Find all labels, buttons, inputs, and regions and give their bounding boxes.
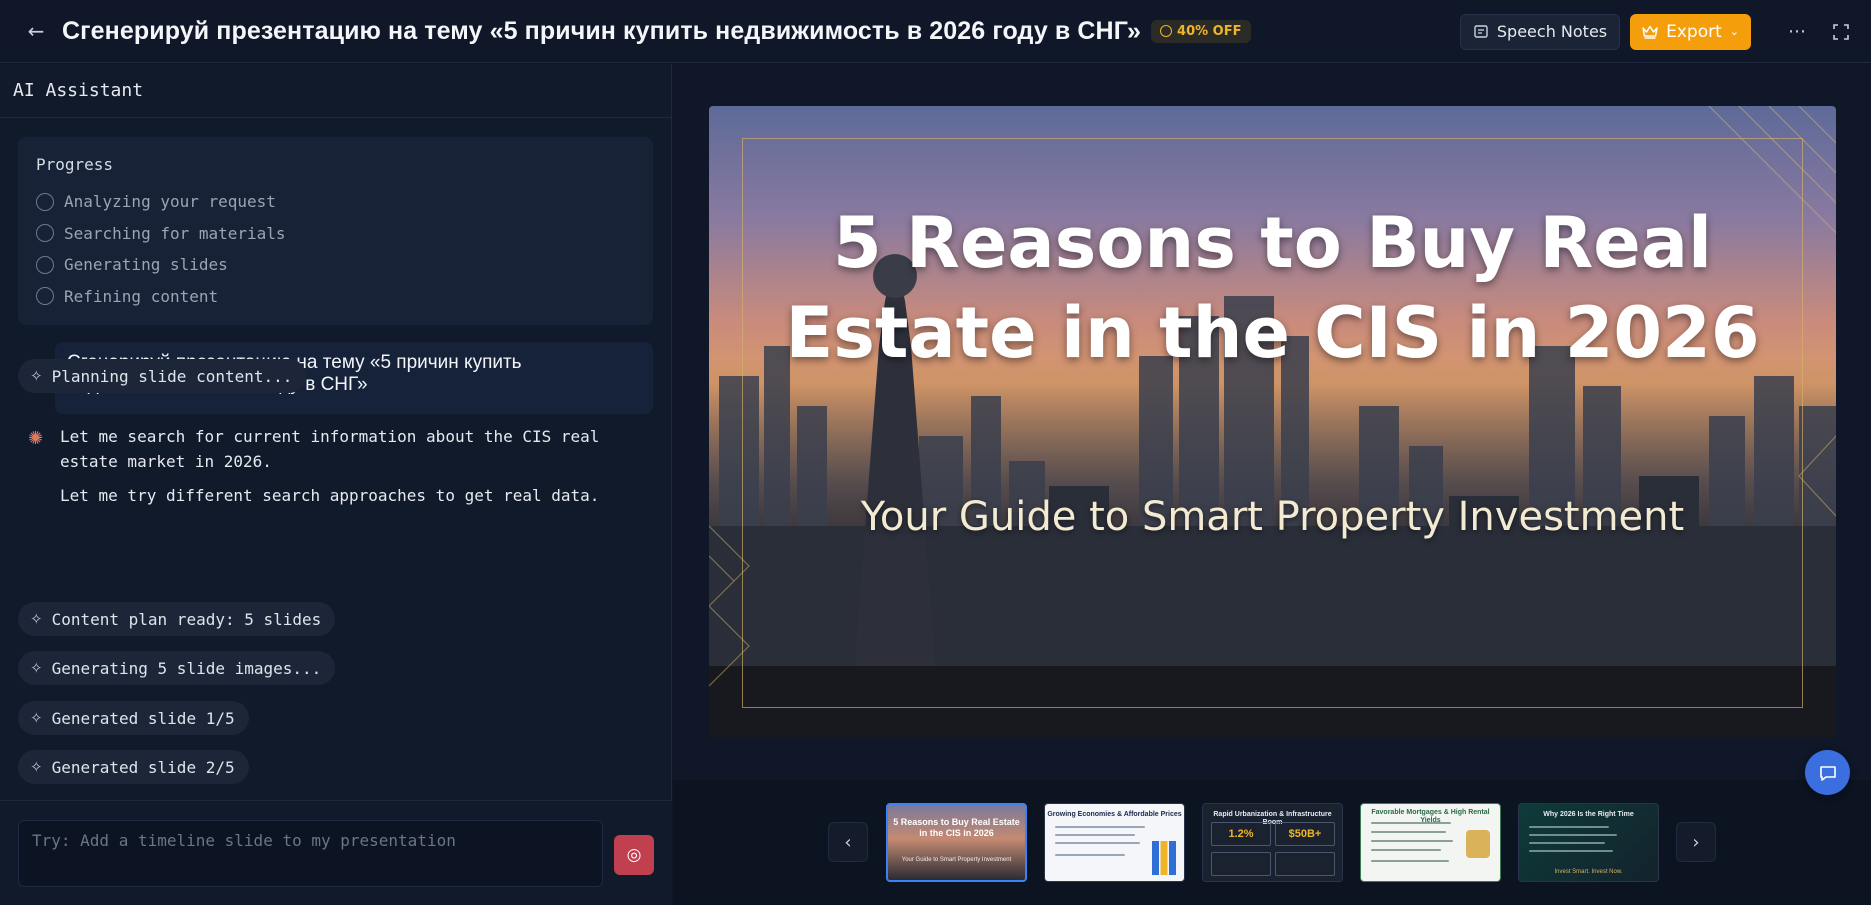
status-chip: ✧ Generating 5 slide images... (18, 651, 336, 685)
thumbnail-text-line (1371, 849, 1441, 851)
thumbnail-text-line (1371, 822, 1451, 824)
thumbnail-title: Growing Economies & Affordable Prices (1047, 811, 1182, 818)
more-horizontal-icon: ⋯ (1788, 21, 1806, 42)
chevron-right-icon: › (1692, 831, 1700, 853)
sparkle-icon: ✧ (30, 758, 43, 776)
progress-step: Refining content (36, 281, 635, 313)
thumbnail-text-line (1055, 834, 1135, 836)
progress-step-label: Searching for materials (64, 223, 286, 243)
status-chip: ✧ Generated slide 1/5 (18, 701, 249, 735)
slide-thumbnail[interactable]: Why 2026 Is the Right Time Invest Smart.… (1518, 803, 1659, 882)
status-chip-label: Generated slide 1/5 (51, 708, 235, 728)
discount-badge[interactable]: 40% OFF (1151, 19, 1251, 43)
thumbnail-title: Why 2026 Is the Right Time (1543, 811, 1634, 818)
status-chip-label: Generated slide 2/5 (51, 757, 235, 777)
thumbnail-text-line (1529, 834, 1617, 836)
thumbnail-text-line (1055, 854, 1125, 856)
next-slide-button[interactable]: › (1676, 822, 1716, 862)
circle-icon (36, 224, 54, 243)
thumbnail-footer: Invest Smart. Invest Now. (1554, 869, 1623, 875)
assistant-message-text: Let me search for current information ab… (60, 427, 600, 471)
slide-subtitle: Your Guide to Smart Property Investment (860, 494, 1685, 540)
sparkle-icon: ✧ (30, 709, 43, 727)
chevron-down-icon: ⌄ (1729, 25, 1739, 38)
thumbnail-box (1275, 852, 1335, 876)
status-chip: ✧ Planning slide content... (18, 359, 307, 393)
sparkle-icon: ✧ (30, 610, 43, 628)
progress-step-label: Refining content (64, 286, 219, 306)
thumbnail-text-line (1371, 840, 1453, 842)
speech-notes-button[interactable]: Speech Notes (1459, 13, 1621, 50)
circle-icon (36, 287, 54, 306)
thumbnail-text-line (1371, 831, 1446, 833)
crown-icon (1642, 25, 1658, 39)
progress-step-label: Generating slides (64, 255, 228, 275)
slide-editor: 5 Reasons to Buy Real Estate in the CIS … (673, 64, 1871, 905)
assistant-message: ✺ Let me search for current information … (26, 424, 646, 508)
chevron-left-icon: ‹ (844, 831, 852, 853)
slide-thumbnail[interactable]: Favorable Mortgages & High Rental Yields (1360, 803, 1501, 882)
status-chip-label: Generating 5 slide images... (51, 658, 322, 678)
bar-chart-icon (1152, 841, 1176, 875)
thumbnail-subtitle: Your Guide to Smart Property Investment (901, 857, 1012, 863)
export-label: Export (1666, 21, 1722, 42)
chat-support-button[interactable] (1805, 750, 1850, 795)
assistant-panel-title: AI Assistant (0, 64, 671, 118)
status-chip: ✧ Generated slide 2/5 (18, 750, 249, 784)
thumbnail-text-line (1529, 850, 1613, 852)
circle-icon (36, 192, 54, 211)
progress-step: Analyzing your request (36, 186, 635, 218)
status-chip-label: Planning slide content... (51, 366, 293, 386)
status-chip: ✧ Content plan ready: 5 slides (18, 602, 336, 636)
thumbnail-title: 5 Reasons to Buy Real Estate in the CIS … (893, 817, 1020, 838)
thumbnail-text-line (1371, 860, 1449, 862)
thumbnail-stat: $50B+ (1275, 822, 1335, 846)
export-button[interactable]: Export ⌄ (1630, 13, 1751, 50)
slide-title: 5 Reasons to Buy Real Estate in the CIS … (785, 202, 1760, 374)
sparkle-icon: ✧ (30, 659, 43, 677)
chat-bubble-icon (1819, 765, 1836, 781)
send-button[interactable]: ◎ (614, 835, 654, 875)
progress-step: Searching for materials (36, 218, 635, 250)
sparkle-icon: ✧ (30, 367, 43, 385)
progress-title: Progress (36, 155, 114, 174)
thumbnail-text-line (1529, 842, 1605, 844)
circle-icon (36, 255, 54, 274)
more-button[interactable]: ⋯ (1779, 14, 1815, 50)
speech-notes-label: Speech Notes (1496, 22, 1608, 41)
thumbnail-stat: 1.2% (1211, 822, 1271, 846)
top-bar: ← Сгенерируй презентацию на тему «5 прич… (0, 0, 1871, 63)
slide-thumbnail[interactable]: 5 Reasons to Buy Real Estate in the CIS … (886, 803, 1027, 882)
prev-slide-button[interactable]: ‹ (828, 822, 868, 862)
fullscreen-button[interactable] (1823, 14, 1859, 50)
thumbnail-text-line (1055, 842, 1140, 844)
progress-step: Generating slides (36, 249, 635, 281)
notes-icon (1474, 24, 1488, 38)
thumbnail-box (1211, 852, 1271, 876)
status-chip-label: Content plan ready: 5 slides (51, 609, 322, 629)
arrow-left-icon: ← (27, 19, 45, 43)
target-icon: ◎ (626, 845, 642, 865)
fullscreen-icon (1833, 23, 1849, 40)
slide-thumbnail[interactable]: Growing Economies & Affordable Prices (1044, 803, 1185, 882)
presentation-title: Сгенерируй презентацию на тему «5 причин… (62, 16, 1142, 45)
discount-label: 40% OFF (1177, 23, 1242, 39)
thumbnail-text-line (1055, 826, 1145, 828)
assistant-burst-icon: ✺ (28, 428, 44, 449)
current-slide[interactable]: 5 Reasons to Buy Real Estate in the CIS … (709, 106, 1836, 738)
coin-icon (1160, 25, 1173, 37)
assistant-message-text: Let me try different search approaches t… (60, 486, 600, 505)
progress-card: Progress Analyzing your request Searchin… (18, 137, 653, 325)
back-button[interactable]: ← (18, 13, 54, 49)
assistant-panel: AI Assistant Progress Analyzing your req… (0, 64, 672, 905)
thumbnail-strip: ‹ 5 Reasons to Buy Real Estate in the CI… (673, 780, 1871, 905)
slide-thumbnail[interactable]: Rapid Urbanization & Infrastructure Boom… (1202, 803, 1343, 882)
chat-input[interactable]: Try: Add a timeline slide to my presenta… (18, 820, 603, 887)
chat-input-area: Try: Add a timeline slide to my presenta… (0, 800, 672, 905)
top-actions: Speech Notes Export ⌄ ⋯ (1459, 0, 1871, 63)
house-key-icon (1466, 830, 1490, 858)
progress-step-label: Analyzing your request (64, 192, 276, 212)
thumbnail-text-line (1529, 826, 1609, 828)
